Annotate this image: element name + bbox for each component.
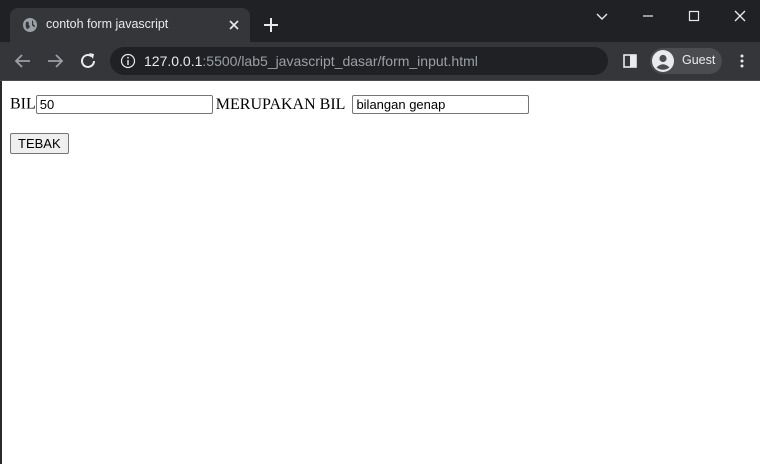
minimize-icon[interactable] [640, 9, 656, 23]
address-bar[interactable]: 127.0.0.1:5500/lab5_javascript_dasar/for… [110, 47, 608, 75]
close-icon[interactable] [226, 17, 242, 33]
forward-arrow-icon[interactable] [44, 50, 66, 72]
plus-icon[interactable] [262, 16, 280, 34]
window-close-icon[interactable] [732, 8, 748, 24]
profile-button[interactable]: Guest [650, 48, 722, 74]
result-input[interactable] [352, 95, 530, 114]
chevron-down-icon[interactable] [594, 8, 610, 24]
info-icon[interactable] [120, 53, 136, 69]
profile-name: Guest [682, 53, 716, 67]
merupakan-label: MERUPAKAN BIL [215, 95, 346, 113]
browser-toolbar: 127.0.0.1:5500/lab5_javascript_dasar/for… [0, 42, 760, 81]
tab-strip: contoh form javascript [0, 0, 760, 42]
bil-input[interactable] [35, 95, 213, 114]
tab-active[interactable]: contoh form javascript [10, 8, 250, 42]
side-panel-icon[interactable] [622, 53, 638, 69]
back-arrow-icon[interactable] [12, 50, 34, 72]
avatar-icon [652, 50, 674, 72]
form-row: BIL MERUPAKAN BIL [10, 95, 530, 114]
page-content: BIL MERUPAKAN BIL TEBAK [0, 81, 760, 464]
maximize-icon[interactable] [686, 8, 702, 24]
url-text: 127.0.0.1:5500/lab5_javascript_dasar/for… [144, 53, 478, 69]
bil-label: BIL [10, 95, 36, 113]
url-host: 127.0.0.1 [144, 53, 203, 69]
globe-icon [22, 17, 38, 33]
tab-title: contoh form javascript [46, 17, 169, 31]
url-path: :5500/lab5_javascript_dasar/form_input.h… [202, 53, 478, 69]
browser-window: contoh form javascript 127.0.0.1:5500/la… [0, 0, 760, 464]
tebak-button[interactable]: TEBAK [10, 133, 69, 154]
kebab-menu-icon[interactable] [734, 53, 750, 69]
reload-icon[interactable] [77, 50, 99, 72]
